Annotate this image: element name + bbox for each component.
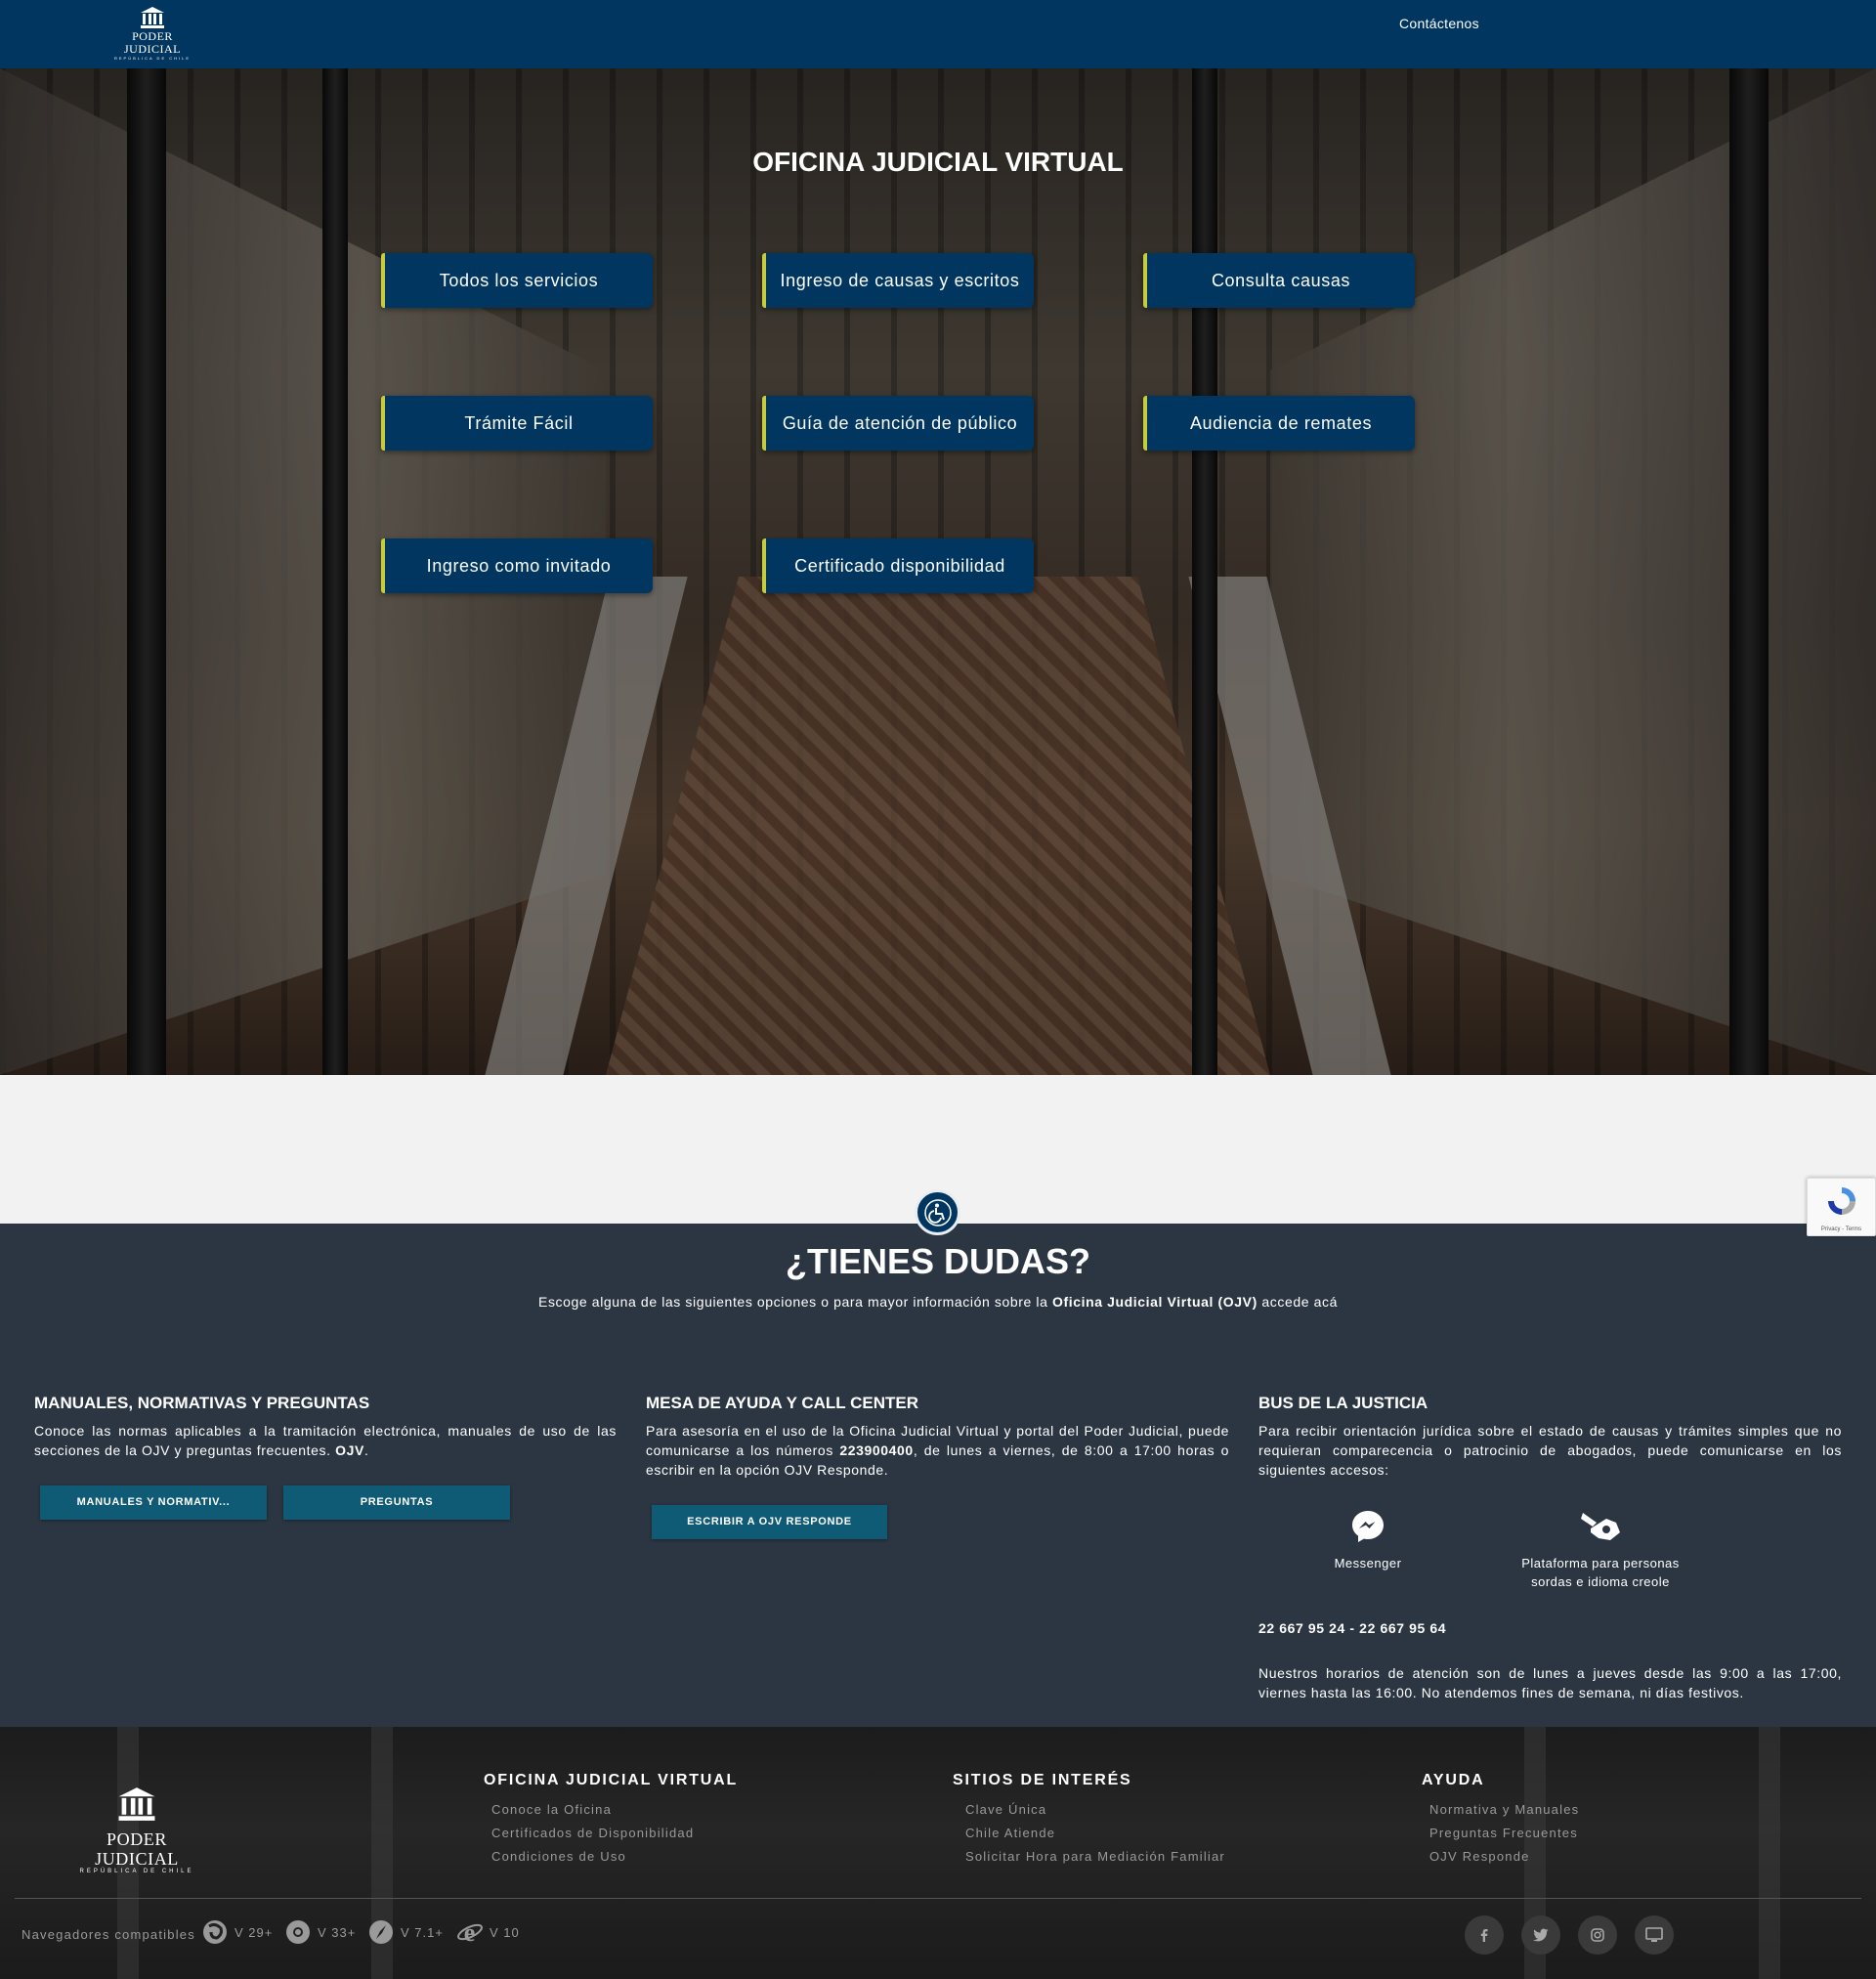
- hero-title: OFICINA JUDICIAL VIRTUAL: [752, 147, 1124, 177]
- browser-safari-version: V 7.1+: [401, 1924, 444, 1940]
- footer-bg-column: [1759, 1727, 1780, 1979]
- service-button-certificado[interactable]: Certificado disponibilidad: [762, 538, 1034, 593]
- service-button-todos[interactable]: Todos los servicios: [381, 253, 653, 308]
- footer-link-conoce-oficina[interactable]: Conoce la Oficina: [491, 1802, 612, 1817]
- facebook-icon: [1480, 1929, 1488, 1942]
- preguntas-button[interactable]: PREGUNTAS: [283, 1485, 510, 1520]
- footer-sitios-heading: SITIOS DE INTERÉS: [953, 1772, 1132, 1788]
- footer-link-mediacion[interactable]: Solicitar Hora para Mediación Familiar: [965, 1849, 1225, 1864]
- footer-divider: [15, 1898, 1861, 1899]
- courthouse-icon: [118, 1787, 155, 1821]
- sign-language-label-2: sordas e idioma creole: [1531, 1574, 1670, 1589]
- help-title: ¿TIENES DUDAS?: [785, 1241, 1090, 1281]
- help-subtitle-link[interactable]: accede acá: [1258, 1294, 1338, 1310]
- browser-chrome-version: V 33+: [318, 1924, 357, 1940]
- messenger-icon: [1352, 1511, 1384, 1542]
- footer-logo-text: PODER JUDICIAL: [95, 1829, 179, 1869]
- footer-link-clave-unica[interactable]: Clave Única: [965, 1802, 1046, 1817]
- instagram-icon: [1591, 1928, 1604, 1942]
- bus-justicia-heading: BUS DE LA JUSTICIA: [1258, 1394, 1428, 1412]
- firefox-icon: [203, 1920, 227, 1944]
- logo-text: PODER JUDICIAL: [124, 29, 181, 56]
- footer: PODER JUDICIAL REPÚBLICA DE CHILE OFICIN…: [0, 1727, 1876, 1979]
- mesa-ayuda-text: Para asesoría en el uso de la Oficina Ju…: [646, 1421, 1229, 1480]
- browser-firefox: V 29+: [201, 1918, 273, 1946]
- messenger-label: Messenger: [1334, 1556, 1402, 1570]
- service-button-consulta-causas[interactable]: Consulta causas: [1143, 253, 1415, 308]
- manuales-text-body: Conoce las normas aplicables a la tramit…: [34, 1423, 617, 1458]
- twitter-link[interactable]: [1521, 1915, 1560, 1955]
- hero-section: OFICINA JUDICIAL VIRTUAL Todos los servi…: [0, 68, 1876, 1075]
- logo-subtext: REPÚBLICA DE CHILE: [113, 56, 191, 61]
- service-button-ingreso-causas[interactable]: Ingreso de causas y escritos: [762, 253, 1034, 308]
- poder-judicial-logo[interactable]: PODER JUDICIAL REPÚBLICA DE CHILE: [106, 6, 199, 61]
- browser-ie-version: V 10: [490, 1924, 520, 1940]
- safari-icon: [369, 1920, 393, 1944]
- sign-language-link[interactable]: Plataforma para personas sordas e idioma…: [1495, 1509, 1706, 1591]
- recaptcha-icon: [1827, 1187, 1855, 1215]
- service-button-tramite-facil[interactable]: Trámite Fácil: [381, 396, 653, 451]
- browser-firefox-version: V 29+: [234, 1924, 274, 1940]
- footer-link-certificados[interactable]: Certificados de Disponibilidad: [491, 1826, 694, 1840]
- manuales-text: Conoce las normas aplicables a la tramit…: [34, 1421, 617, 1460]
- browser-ie: e V 10: [456, 1918, 520, 1946]
- footer-link-ojv-responde[interactable]: OJV Responde: [1429, 1849, 1530, 1864]
- nav-contact-link[interactable]: Contáctenos: [1399, 16, 1479, 31]
- svg-text:e: e: [464, 1918, 477, 1946]
- footer-link-chile-atiende[interactable]: Chile Atiende: [965, 1826, 1055, 1840]
- footer-link-preguntas[interactable]: Preguntas Frecuentes: [1429, 1826, 1578, 1840]
- footer-link-normativa[interactable]: Normativa y Manuales: [1429, 1802, 1579, 1817]
- mesa-ayuda-heading: MESA DE AYUDA Y CALL CENTER: [646, 1394, 918, 1412]
- service-button-guia-atencion[interactable]: Guía de atención de público: [762, 396, 1034, 451]
- manuales-button[interactable]: MANUALES Y NORMATIV...: [40, 1485, 267, 1520]
- help-subtitle-ojv-link[interactable]: Oficina Judicial Virtual (OJV): [1052, 1294, 1258, 1310]
- help-subtitle-text: Escoge alguna de las siguientes opciones…: [538, 1294, 1052, 1310]
- twitter-icon: [1533, 1928, 1549, 1942]
- footer-logo[interactable]: PODER JUDICIAL REPÚBLICA DE CHILE: [68, 1785, 205, 1874]
- website-link[interactable]: [1635, 1915, 1674, 1955]
- footer-link-condiciones[interactable]: Condiciones de Uso: [491, 1849, 626, 1864]
- recaptcha-badge[interactable]: Privacy - Terms: [1807, 1178, 1876, 1236]
- bus-phones: 22 667 95 24 - 22 667 95 64: [1258, 1620, 1447, 1636]
- browsers-label: Navegadores compatibles: [21, 1927, 195, 1942]
- courthouse-icon: [141, 7, 164, 28]
- mesa-phone: 223900400: [839, 1442, 914, 1458]
- service-button-ingreso-invitado[interactable]: Ingreso como invitado: [381, 538, 653, 593]
- ie-icon: e: [457, 1918, 483, 1946]
- recaptcha-text: Privacy - Terms: [1820, 1226, 1862, 1232]
- top-navbar: PODER JUDICIAL REPÚBLICA DE CHILE Contác…: [0, 0, 1876, 68]
- help-section: ¿TIENES DUDAS? Escoge alguna de las sigu…: [0, 1224, 1876, 1727]
- accessibility-button[interactable]: [915, 1189, 960, 1235]
- facebook-link[interactable]: [1465, 1915, 1504, 1955]
- wheelchair-icon: [923, 1198, 952, 1226]
- manuales-text-ojv: OJV: [335, 1442, 364, 1458]
- bus-hours: Nuestros horarios de atención son de lun…: [1258, 1665, 1842, 1700]
- footer-logo-subtext: REPÚBLICA DE CHILE: [79, 1869, 194, 1874]
- sign-language-label-1: Plataforma para personas: [1521, 1556, 1680, 1570]
- messenger-link[interactable]: Messenger: [1309, 1509, 1427, 1572]
- footer-ayuda-heading: AYUDA: [1422, 1772, 1485, 1788]
- manuales-text-end: .: [363, 1442, 369, 1458]
- help-subtitle: Escoge alguna de las siguientes opciones…: [0, 1294, 1876, 1310]
- instagram-link[interactable]: [1578, 1915, 1617, 1955]
- browser-safari: V 7.1+: [367, 1918, 444, 1946]
- bus-justicia-text: Para recibir orientación jurídica sobre …: [1258, 1423, 1842, 1478]
- ojv-responde-button[interactable]: ESCRIBIR A OJV RESPONDE: [652, 1505, 887, 1539]
- monitor-icon: [1645, 1927, 1663, 1942]
- service-button-audiencia-remates[interactable]: Audiencia de remates: [1143, 396, 1415, 451]
- browser-chrome: V 33+: [284, 1918, 356, 1946]
- manuales-heading: MANUALES, NORMATIVAS Y PREGUNTAS: [34, 1394, 370, 1412]
- sign-language-icon: [1581, 1513, 1620, 1540]
- chrome-icon: [286, 1920, 310, 1944]
- footer-ojv-heading: OFICINA JUDICIAL VIRTUAL: [484, 1772, 739, 1788]
